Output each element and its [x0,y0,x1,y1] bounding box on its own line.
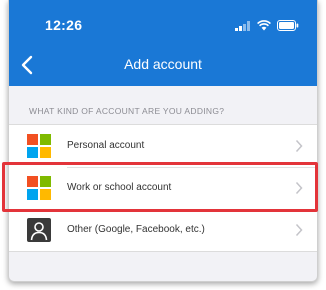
option-label: Other (Google, Facebook, etc.) [67,224,205,235]
wifi-icon [257,20,271,31]
chevron-right-icon [295,139,303,153]
battery-icon [277,20,299,31]
option-label: Work or school account [67,182,172,193]
option-label: Personal account [67,140,145,151]
navigation-bar: Add account [9,44,317,86]
chevron-right-icon [295,181,303,195]
page-title: Add account [124,56,202,72]
status-time: 12:26 [45,17,83,33]
signal-icon [235,21,250,31]
chevron-right-icon [295,223,303,237]
status-icons [235,20,299,31]
person-icon [27,218,51,242]
microsoft-logo-icon [27,134,51,158]
personal-account-option[interactable]: Personal account [9,125,317,167]
work-or-school-account-option[interactable]: Work or school account [9,167,317,209]
microsoft-logo-icon [27,176,51,200]
other-account-option[interactable]: Other (Google, Facebook, etc.) [9,209,317,251]
section-header: WHAT KIND OF ACCOUNT ARE YOU ADDING? [29,106,225,116]
status-bar: 12:26 [9,0,317,44]
phone-screen: 12:26 Add account WHAT KIND OF ACCOUNT A… [8,0,318,282]
account-type-list: Personal account Work or school account … [9,124,317,252]
